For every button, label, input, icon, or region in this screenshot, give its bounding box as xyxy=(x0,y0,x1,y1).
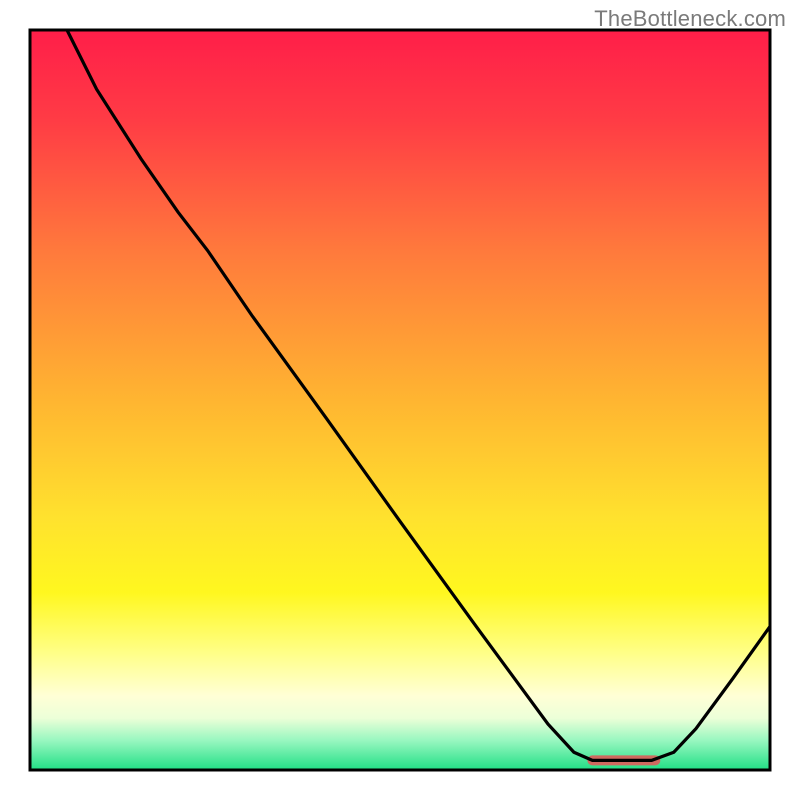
watermark-text: TheBottleneck.com xyxy=(594,6,786,32)
gradient-background xyxy=(30,30,770,770)
chart-svg xyxy=(0,0,800,800)
bottleneck-chart: TheBottleneck.com xyxy=(0,0,800,800)
